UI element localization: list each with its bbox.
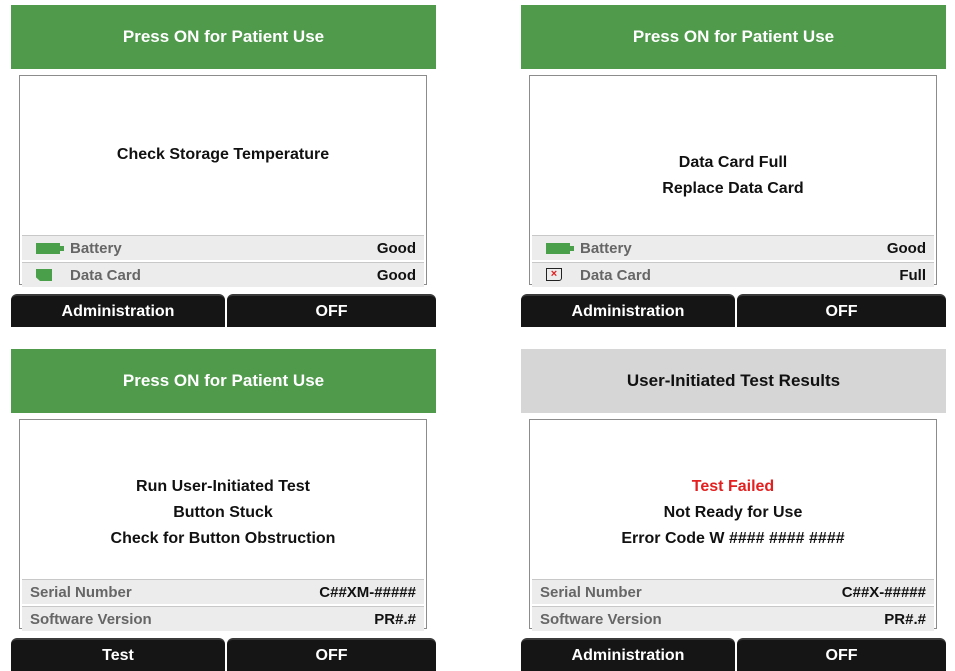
status-value: Full (899, 266, 926, 284)
screen-header: Press ON for Patient Use (521, 5, 946, 69)
softkey-bar: Administration OFF (521, 294, 946, 327)
screen-header: User-Initiated Test Results (521, 349, 946, 413)
softkey-bar: Administration OFF (521, 638, 946, 671)
off-button[interactable]: OFF (227, 294, 436, 327)
message-area: Data Card Full Replace Data Card (530, 76, 936, 234)
administration-button[interactable]: Administration (521, 294, 735, 327)
off-button[interactable]: OFF (737, 638, 946, 671)
off-button[interactable]: OFF (227, 638, 436, 671)
status-label: Data Card (70, 266, 141, 284)
message-area: Check Storage Temperature (20, 76, 426, 234)
info-label: Serial Number (30, 583, 132, 601)
status-label: Data Card (580, 266, 651, 284)
info-row-software-version: Software Version PR#.# (532, 606, 934, 631)
message-line: Replace Data Card (662, 180, 804, 197)
message-panel: Check Storage Temperature Battery Good D… (19, 75, 427, 287)
info-value: C##X-##### (841, 583, 926, 601)
message-area: Test Failed Not Ready for Use Error Code… (530, 420, 936, 578)
message-panel: Run User-Initiated Test Button Stuck Che… (19, 419, 427, 631)
screen-header: Press ON for Patient Use (11, 349, 436, 413)
error-code-message: Error Code W #### #### #### (621, 530, 845, 547)
message-line: Run User-Initiated Test (136, 478, 310, 495)
status-row-battery: Battery Good (22, 235, 424, 260)
test-failed-message: Test Failed (691, 478, 775, 495)
status-value: Good (376, 239, 416, 257)
administration-button[interactable]: Administration (521, 638, 735, 671)
info-value: PR#.# (374, 610, 416, 628)
status-label: Battery (70, 239, 122, 257)
battery-icon (546, 242, 574, 254)
device-screen-4: User-Initiated Test Results Test Failed … (521, 349, 946, 671)
softkey-bar: Administration OFF (11, 294, 436, 327)
message-line: Data Card Full (678, 154, 788, 171)
message-line: Check Storage Temperature (116, 146, 330, 163)
device-screen-3: Press ON for Patient Use Run User-Initia… (11, 349, 436, 671)
status-row-data-card: Data Card Good (22, 262, 424, 287)
softkey-bar: Test OFF (11, 638, 436, 671)
info-row-software-version: Software Version PR#.# (22, 606, 424, 631)
message-panel: Data Card Full Replace Data Card Battery… (529, 75, 937, 287)
message-panel: Test Failed Not Ready for Use Error Code… (529, 419, 937, 631)
info-value: PR#.# (884, 610, 926, 628)
off-button[interactable]: OFF (737, 294, 946, 327)
info-label: Serial Number (540, 583, 642, 601)
data-card-icon (36, 269, 52, 281)
device-screen-2: Press ON for Patient Use Data Card Full … (521, 5, 946, 327)
battery-icon (36, 242, 64, 254)
device-screen-1: Press ON for Patient Use Check Storage T… (11, 5, 436, 327)
info-label: Software Version (30, 610, 152, 628)
message-line: Button Stuck (173, 504, 273, 521)
info-value: C##XM-##### (319, 583, 416, 601)
message-area: Run User-Initiated Test Button Stuck Che… (20, 420, 426, 578)
info-row-serial-number: Serial Number C##XM-##### (22, 579, 424, 604)
status-value: Good (886, 239, 926, 257)
message-line: Check for Button Obstruction (110, 530, 336, 547)
info-row-serial-number: Serial Number C##X-##### (532, 579, 934, 604)
status-value: Good (376, 266, 416, 284)
info-label: Software Version (540, 610, 662, 628)
screen-header: Press ON for Patient Use (11, 5, 436, 69)
status-row-battery: Battery Good (532, 235, 934, 260)
status-label: Battery (580, 239, 632, 257)
administration-button[interactable]: Administration (11, 294, 225, 327)
message-line: Not Ready for Use (663, 504, 803, 521)
test-button[interactable]: Test (11, 638, 225, 671)
status-row-data-card: × Data Card Full (532, 262, 934, 287)
data-card-error-icon: × (546, 267, 562, 281)
